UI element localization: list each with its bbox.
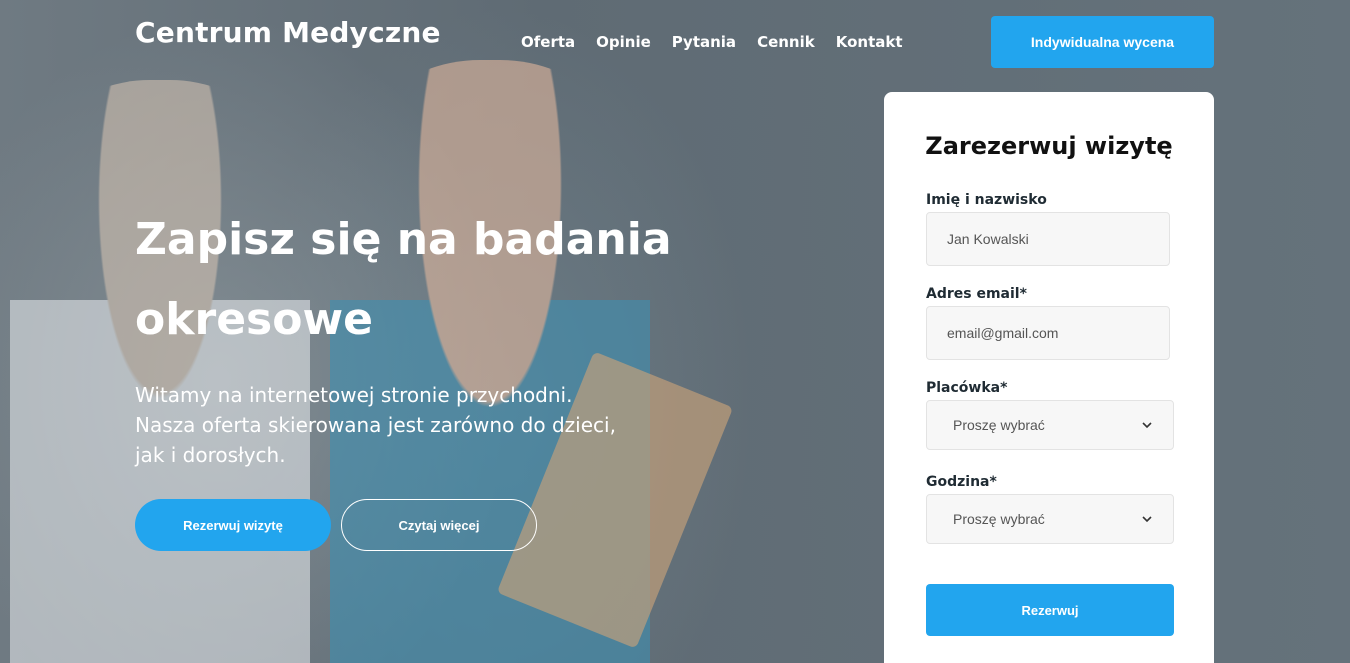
nav-item-oferta[interactable]: Oferta	[521, 33, 575, 51]
chevron-down-icon	[1142, 422, 1152, 429]
doctor-figure	[10, 80, 310, 663]
time-select-value: Proszę wybrać	[953, 511, 1045, 527]
clinic-select[interactable]: Proszę wybrać	[926, 400, 1174, 450]
nav-item-pytania[interactable]: Pytania	[672, 33, 736, 51]
nav-item-cennik[interactable]: Cennik	[757, 33, 815, 51]
main-nav: Oferta Opinie Pytania Cennik Kontakt	[521, 33, 903, 51]
site-logo[interactable]: Centrum Medyczne	[135, 16, 441, 49]
hero-headline: Zapisz się na badania okresowe	[135, 214, 672, 345]
email-field[interactable]	[926, 306, 1170, 360]
read-more-button[interactable]: Czytaj więcej	[341, 499, 537, 551]
chevron-down-icon	[1142, 516, 1152, 523]
email-label: Adres email*	[926, 286, 1027, 302]
time-select[interactable]: Proszę wybrać	[926, 494, 1174, 544]
name-field[interactable]	[926, 212, 1170, 266]
book-visit-button[interactable]: Rezerwuj wizytę	[135, 499, 331, 551]
clinic-select-value: Proszę wybrać	[953, 417, 1045, 433]
clinic-label: Placówka*	[926, 380, 1008, 396]
submit-booking-button[interactable]: Rezerwuj	[926, 584, 1174, 636]
nav-item-kontakt[interactable]: Kontakt	[836, 33, 903, 51]
nav-item-opinie[interactable]: Opinie	[596, 33, 651, 51]
name-label: Imię i nazwisko	[926, 192, 1047, 208]
individual-quote-button[interactable]: Indywidualna wycena	[991, 16, 1214, 68]
booking-form-card: Zarezerwuj wizytę Imię i nazwisko Adres …	[884, 92, 1214, 663]
time-label: Godzina*	[926, 474, 997, 490]
booking-form-title: Zarezerwuj wizytę	[925, 132, 1173, 160]
hero-intro-text: Witamy na internetowej stronie przychodn…	[135, 383, 616, 467]
